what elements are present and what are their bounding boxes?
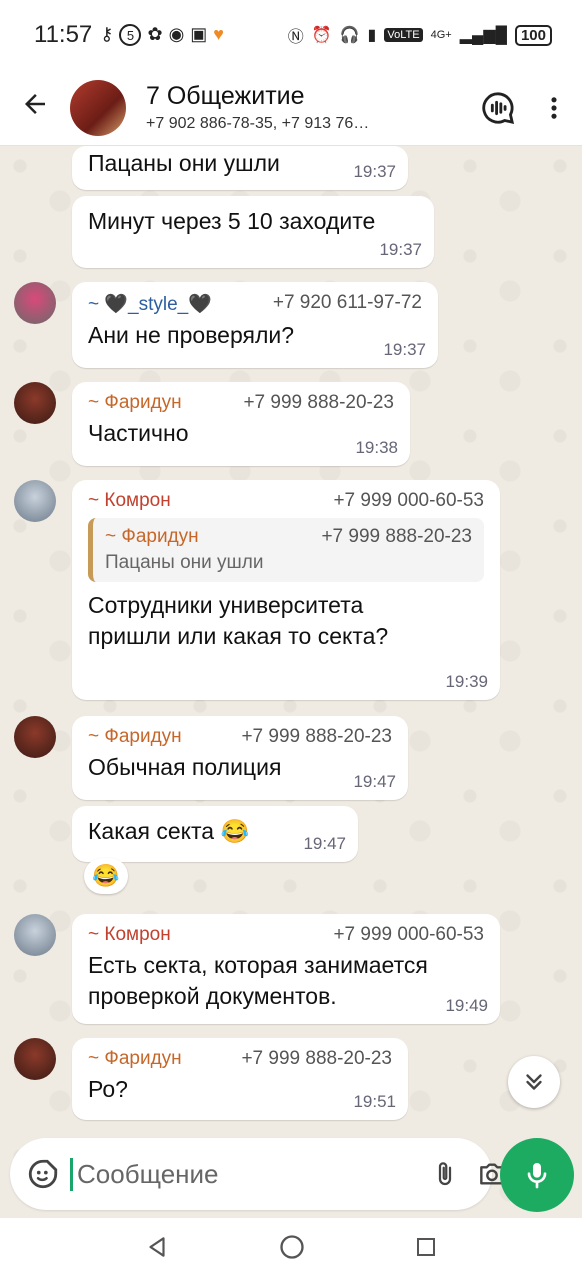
sender-avatar[interactable] (14, 716, 56, 758)
nav-back-button[interactable] (144, 1234, 170, 1265)
message-bubble[interactable]: ~ Фаридун +7 999 888-20-23 Обычная полици… (72, 716, 408, 800)
chat-members: +7 902 886-78-35, +7 913 76… (146, 115, 370, 132)
nfc-icon: Ⓝ (287, 29, 304, 46)
message-composer (10, 1138, 504, 1210)
alarm-icon: ⏰ (311, 27, 332, 44)
message-time: 19:49 (445, 996, 488, 1015)
headphones-icon: 🎧 (339, 27, 360, 44)
sender-avatar[interactable] (14, 282, 56, 324)
heart-app-icon: ♥ (213, 24, 224, 44)
microphone-icon (527, 1163, 547, 1189)
message-bubble[interactable]: ~ 🖤_style_🖤 +7 920 611-97-72 Ани не прове… (72, 282, 438, 368)
sender-name[interactable]: ~ Комрон (88, 924, 171, 946)
quote-phone: +7 999 888-20-23 (321, 526, 472, 547)
sender-phone: +7 999 888-20-23 (243, 392, 394, 413)
message-text: Ани не проверяли? (88, 322, 295, 348)
sim-badge-icon: 5 (119, 24, 142, 46)
sticker-button[interactable] (26, 1157, 60, 1191)
message-time: 19:38 (355, 438, 398, 457)
voice-record-button[interactable] (500, 1138, 574, 1212)
back-button[interactable] (0, 89, 70, 127)
sender-avatar[interactable] (14, 382, 56, 424)
arrow-left-icon (25, 93, 45, 114)
triangle-back-icon (149, 1236, 165, 1257)
sender-phone: +7 920 611-97-72 (272, 292, 422, 313)
scroll-to-bottom-button[interactable] (508, 1056, 560, 1108)
tulip-icon: ✿ (147, 24, 163, 44)
sender-avatar[interactable] (14, 1038, 56, 1080)
group-avatar[interactable] (70, 79, 126, 136)
reaction-badge[interactable]: 😂 (84, 858, 128, 894)
sender-phone: +7 999 000-60-53 (333, 924, 484, 945)
message-bubble[interactable]: Какая секта 😂 19:47 (72, 806, 358, 862)
message-bubble[interactable]: Минут через 5 10 заходите 19:37 (72, 196, 434, 268)
nav-home-button[interactable] (278, 1233, 306, 1266)
message-text: Ро? (88, 1076, 128, 1102)
sender-avatar[interactable] (14, 914, 56, 956)
signal-icon: ▂▄▆█ (459, 27, 507, 44)
more-options-button[interactable] (526, 80, 582, 136)
message-time: 19:39 (445, 672, 488, 691)
key-icon: ⚷ (100, 24, 114, 44)
sender-phone: +7 999 888-20-23 (241, 1048, 392, 1069)
battery-small-icon: ▮ (367, 27, 377, 44)
message-time: 19:47 (303, 834, 346, 853)
quote-sender: ~ Фаридун (105, 526, 199, 547)
message-bubble[interactable]: ~ Комрон +7 999 000-60-53 ~ Фаридун +7 999… (72, 480, 500, 700)
more-vertical-icon (551, 96, 557, 119)
circle-home-icon (280, 1234, 304, 1259)
sender-name[interactable]: ~ Фаридун (88, 726, 182, 748)
chat-header: 7 Общежитие +7 902 886-78-35, +7 913 76… (0, 70, 582, 146)
sender-phone: +7 999 888-20-23 (241, 726, 392, 747)
message-text-line2: проверкой документов. (88, 983, 337, 1009)
game-icon: ◉ (168, 24, 185, 44)
attach-button[interactable] (430, 1154, 460, 1194)
message-time: 19:37 (383, 340, 426, 359)
paperclip-icon (438, 1162, 452, 1186)
chat-title-block[interactable]: 7 Общежитие +7 902 886-78-35, +7 913 76… (146, 82, 470, 133)
notification-icons: ⚷ 5 ✿ ◉ ▣ ♥ (100, 24, 224, 46)
sticker-icon (28, 1159, 58, 1189)
message-time: 19:51 (353, 1092, 396, 1111)
chat-title: 7 Общежитие (146, 82, 305, 110)
message-time: 19:37 (353, 162, 396, 181)
sender-phone: +7 999 000-60-53 (333, 490, 484, 511)
message-text-line2: пришли или какая то секта? (88, 623, 389, 649)
message-bubble[interactable]: ~ Фаридун +7 999 888-20-23 Частично 19:38 (72, 382, 410, 466)
status-bar: 11:57 ⚷ 5 ✿ ◉ ▣ ♥ Ⓝ ⏰ 🎧 ▮ VoLTE 4G+ ▂▄▆█… (0, 0, 582, 70)
square-recents-icon (417, 1237, 435, 1256)
message-text: Обычная полиция (88, 754, 282, 780)
quoted-message[interactable]: ~ Фаридун +7 999 888-20-23 Пацаны они ушл… (88, 518, 484, 582)
double-chevron-down-icon (526, 1074, 542, 1090)
status-time: 11:57 (34, 21, 93, 48)
message-bubble[interactable]: Пацаны они ушли 19:37 (72, 146, 408, 190)
voice-chat-button[interactable] (470, 80, 526, 136)
sender-avatar[interactable] (14, 480, 56, 522)
sender-name[interactable]: ~ Комрон (88, 490, 171, 512)
sender-name[interactable]: ~ Фаридун (88, 392, 182, 414)
message-text: Пацаны они ушли (88, 150, 280, 176)
message-time: 19:47 (353, 772, 396, 791)
message-text: Частично (88, 420, 189, 446)
battery-indicator: 100 (514, 24, 552, 46)
volte-badge: VoLTE (384, 28, 423, 42)
system-nav-bar (0, 1218, 582, 1280)
sender-name[interactable]: ~ 🖤_style_🖤 (88, 292, 212, 316)
message-bubble[interactable]: ~ Комрон +7 999 000-60-53 Есть секта, кот… (72, 914, 500, 1024)
chat-area[interactable]: Пацаны они ушли 19:37 Минут через 5 10 з… (0, 146, 582, 1218)
nav-recents-button[interactable] (414, 1235, 438, 1264)
message-input[interactable] (70, 1157, 414, 1191)
message-text-line1: Есть секта, которая занимается (88, 952, 428, 978)
message-text: Минут через 5 10 заходите (88, 208, 376, 234)
message-bubble[interactable]: ~ Фаридун +7 999 888-20-23 Ро? 19:51 (72, 1038, 408, 1120)
sender-name[interactable]: ~ Фаридун (88, 1048, 182, 1070)
quote-text: Пацаны они ушли (105, 552, 264, 573)
message-text-line1: Сотрудники университета (88, 592, 364, 618)
message-time: 19:37 (379, 240, 422, 259)
app-icon: ▣ (190, 24, 208, 44)
voice-chat-icon (482, 91, 515, 124)
network-label: 4G+ (430, 29, 452, 41)
